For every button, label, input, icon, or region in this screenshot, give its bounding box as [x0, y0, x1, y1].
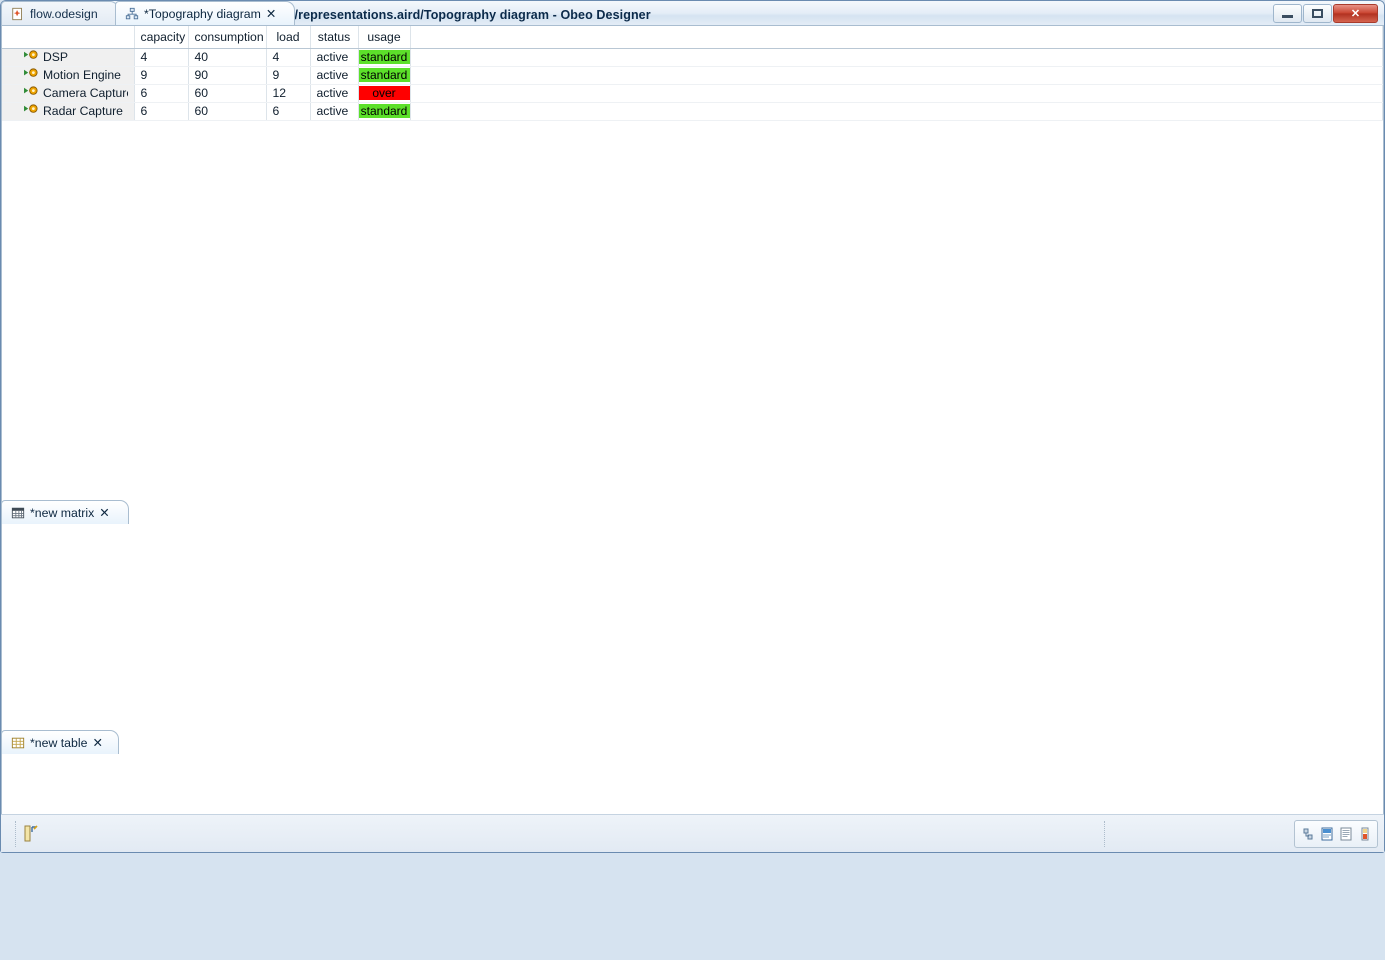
table-row[interactable]: DSP4404activestandard	[2, 48, 1383, 66]
window-controls: ✕	[1273, 4, 1378, 23]
table-filler-header	[410, 26, 1383, 48]
minimize-button[interactable]	[1273, 4, 1302, 23]
editor-tabstrip: flow.odesign *Topography diagram ✕	[1, 1, 821, 25]
table-row-label: DSP	[43, 50, 68, 64]
link-status-icon[interactable]	[1299, 824, 1316, 844]
smart-insert-icon	[23, 824, 40, 846]
tab-topography-diagram[interactable]: *Topography diagram ✕	[115, 1, 295, 25]
table-column-header[interactable]: status	[310, 26, 358, 48]
usage-badge-label: standard	[359, 50, 410, 64]
table-column-header[interactable]: consumption	[188, 26, 266, 48]
table-row[interactable]: Motion Engine9909activestandard	[2, 66, 1383, 84]
table-cell[interactable]: 6	[266, 102, 310, 120]
application-window: Modeling - platform:/resource/robot.samp…	[0, 0, 1385, 853]
status-bar-tools	[1294, 820, 1378, 848]
matrix-icon	[11, 506, 25, 520]
progress-status-icon[interactable]	[1356, 824, 1373, 844]
table-cell[interactable]: 60	[188, 84, 266, 102]
close-icon[interactable]: ✕	[99, 506, 109, 520]
close-button[interactable]: ✕	[1333, 4, 1378, 23]
table-filler-cell	[410, 102, 1383, 120]
table-filler-cell	[410, 66, 1383, 84]
tab-new-table-label: *new table	[30, 736, 87, 750]
usage-status-badge[interactable]: standard	[358, 48, 410, 66]
table-cell[interactable]: 4	[134, 48, 188, 66]
processor-icon	[24, 49, 39, 66]
list-status-icon[interactable]	[1337, 824, 1354, 844]
diagram-icon	[125, 7, 139, 21]
table-cell[interactable]: 6	[134, 102, 188, 120]
processor-icon	[24, 67, 39, 84]
tab-new-table[interactable]: *new table ✕	[1, 730, 119, 754]
heap-status-icon[interactable]	[1318, 824, 1335, 844]
table-row[interactable]: Radar Capture6606activestandard	[2, 102, 1383, 120]
table-column-header[interactable]: capacity	[134, 26, 188, 48]
table-cell[interactable]: 12	[266, 84, 310, 102]
usage-badge-label: over	[359, 86, 410, 100]
table-table-container[interactable]: capacityconsumptionloadstatususage DSP44…	[1, 25, 1384, 852]
table-cell[interactable]: 90	[188, 66, 266, 84]
table-cell[interactable]: 6	[134, 84, 188, 102]
table-cell[interactable]: active	[310, 48, 358, 66]
table-cell[interactable]: active	[310, 66, 358, 84]
table-cell[interactable]: 40	[188, 48, 266, 66]
table-cell[interactable]: active	[310, 102, 358, 120]
table-cell[interactable]: active	[310, 84, 358, 102]
table-column-header[interactable]: load	[266, 26, 310, 48]
tab-new-matrix-label: *new matrix	[30, 506, 94, 520]
table-column-header[interactable]: usage	[358, 26, 410, 48]
table-row-header[interactable]: Radar Capture	[2, 102, 134, 120]
table-row-label: Motion Engine	[43, 68, 121, 82]
processor-icon	[24, 103, 39, 120]
odesign-icon	[11, 7, 25, 21]
table-row-label: Camera Capture	[43, 86, 128, 100]
tab-topography-diagram-label: *Topography diagram	[144, 7, 261, 21]
table-row-header[interactable]: Motion Engine	[2, 66, 134, 84]
usage-status-badge[interactable]: standard	[358, 102, 410, 120]
close-icon[interactable]: ✕	[92, 736, 102, 750]
close-icon[interactable]: ✕	[266, 7, 276, 21]
tab-new-matrix[interactable]: *new matrix ✕	[1, 500, 129, 524]
usage-badge-label: standard	[359, 104, 410, 118]
table-row-header[interactable]: Camera Capture	[2, 84, 134, 102]
tab-flow-odesign[interactable]: flow.odesign	[1, 1, 119, 25]
table-filler-cell	[410, 84, 1383, 102]
table-row-header[interactable]: DSP	[2, 48, 134, 66]
tab-flow-odesign-label: flow.odesign	[30, 7, 98, 21]
processor-icon	[24, 85, 39, 102]
table-cell[interactable]: 60	[188, 102, 266, 120]
properties-table: capacityconsumptionloadstatususage DSP44…	[2, 26, 1383, 121]
table-cell[interactable]: 9	[266, 66, 310, 84]
table-corner-cell	[2, 26, 134, 48]
usage-status-badge[interactable]: standard	[358, 66, 410, 84]
usage-badge-label: standard	[359, 68, 410, 82]
table-row-label: Radar Capture	[43, 104, 123, 118]
table-row[interactable]: Camera Capture 66012activeover	[2, 84, 1383, 102]
table-icon	[11, 736, 25, 750]
table-filler-cell	[410, 48, 1383, 66]
table-cell[interactable]: 4	[266, 48, 310, 66]
usage-status-badge[interactable]: over	[358, 84, 410, 102]
maximize-button[interactable]	[1303, 4, 1332, 23]
table-cell[interactable]: 9	[134, 66, 188, 84]
status-bar	[1, 814, 1384, 852]
